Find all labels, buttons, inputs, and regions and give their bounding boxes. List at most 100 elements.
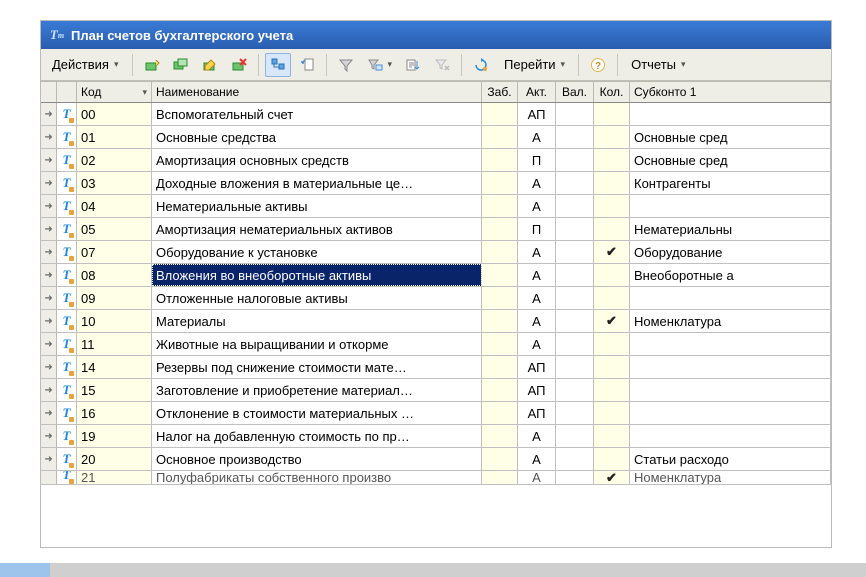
table-row[interactable]: ➜Т15Заготовление и приобретение материал… bbox=[41, 379, 831, 402]
col-val[interactable]: Вал. bbox=[556, 81, 594, 102]
separator bbox=[326, 54, 327, 76]
cell-sub bbox=[630, 333, 831, 355]
col-type[interactable] bbox=[57, 81, 77, 102]
table-row[interactable]: ➜Т16Отклонение в стоимости материальных … bbox=[41, 402, 831, 425]
table-row[interactable]: ➜Т02Амортизация основных средствПОсновны… bbox=[41, 149, 831, 172]
row-type-icon: Т bbox=[57, 218, 77, 240]
add-button[interactable] bbox=[139, 53, 165, 77]
cell-name: Налог на добавленную стоимость по пр… bbox=[152, 425, 482, 447]
row-type-icon: Т bbox=[57, 103, 77, 125]
cell-name: Животные на выращивании и откорме bbox=[152, 333, 482, 355]
cell-code: 01 bbox=[77, 126, 152, 148]
cell-name: Вспомогательный счет bbox=[152, 103, 482, 125]
cell-akt: А bbox=[518, 310, 556, 332]
cell-name: Вложения во внеоборотные активы bbox=[152, 264, 482, 286]
cell-zab bbox=[482, 195, 518, 217]
hierarchy-button[interactable] bbox=[265, 53, 291, 77]
cell-akt: А bbox=[518, 425, 556, 447]
window-title: План счетов бухгалтерского учета bbox=[71, 28, 293, 43]
filter-by-value-button[interactable]: ▾ bbox=[362, 53, 398, 77]
table-row[interactable]: ➜Т09Отложенные налоговые активыА bbox=[41, 287, 831, 310]
cell-kol bbox=[594, 333, 630, 355]
table-row[interactable]: ➜Т11Животные на выращивании и откормеА bbox=[41, 333, 831, 356]
cell-sub: Оборудование bbox=[630, 241, 831, 263]
edit-button[interactable] bbox=[197, 53, 223, 77]
go-menu[interactable]: Перейти ▾ bbox=[497, 53, 572, 77]
table-row[interactable]: Т21Полуфабрикаты собственного произвоА✔Н… bbox=[41, 471, 831, 485]
cell-code: 09 bbox=[77, 287, 152, 309]
table-row[interactable]: ➜Т10МатериалыА✔Номенклатура bbox=[41, 310, 831, 333]
cell-akt: А bbox=[518, 287, 556, 309]
cell-code: 16 bbox=[77, 402, 152, 424]
row-marker: ➜ bbox=[41, 356, 57, 378]
cell-code: 02 bbox=[77, 149, 152, 171]
cell-zab bbox=[482, 172, 518, 194]
table-row[interactable]: ➜Т05Амортизация нематериальных активовПН… bbox=[41, 218, 831, 241]
find-button[interactable] bbox=[294, 53, 320, 77]
cell-val bbox=[556, 172, 594, 194]
reports-menu[interactable]: Отчеты ▾ bbox=[624, 53, 692, 77]
col-marker[interactable] bbox=[41, 81, 57, 102]
col-akt[interactable]: Акт. bbox=[518, 81, 556, 102]
cell-sub bbox=[630, 379, 831, 401]
clear-filter-button[interactable] bbox=[429, 53, 455, 77]
cell-akt: А bbox=[518, 126, 556, 148]
col-kol[interactable]: Кол. bbox=[594, 81, 630, 102]
cell-sub bbox=[630, 402, 831, 424]
table-row[interactable]: ➜Т08Вложения во внеоборотные активыАВнео… bbox=[41, 264, 831, 287]
row-marker: ➜ bbox=[41, 172, 57, 194]
help-button[interactable]: ? bbox=[585, 53, 611, 77]
filter-button[interactable] bbox=[333, 53, 359, 77]
table-row[interactable]: ➜Т07Оборудование к установкеА✔Оборудован… bbox=[41, 241, 831, 264]
row-type-icon: Т bbox=[57, 241, 77, 263]
table-row[interactable]: ➜Т19Налог на добавленную стоимость по пр… bbox=[41, 425, 831, 448]
cell-zab bbox=[482, 379, 518, 401]
cell-zab bbox=[482, 287, 518, 309]
edit-icon bbox=[202, 57, 218, 73]
sort-button[interactable] bbox=[400, 53, 426, 77]
cell-name: Заготовление и приобретение материал… bbox=[152, 379, 482, 401]
row-marker: ➜ bbox=[41, 149, 57, 171]
cell-kol bbox=[594, 103, 630, 125]
cell-sub: Статьи расходо bbox=[630, 448, 831, 470]
separator bbox=[461, 54, 462, 76]
cell-akt: А bbox=[518, 448, 556, 470]
caret-down-icon: ▾ bbox=[388, 59, 393, 70]
cell-kol bbox=[594, 172, 630, 194]
refresh-icon bbox=[473, 57, 489, 73]
cell-name: Амортизация нематериальных активов bbox=[152, 218, 482, 240]
copy-button[interactable] bbox=[168, 53, 194, 77]
cell-akt: АП bbox=[518, 379, 556, 401]
table-row[interactable]: ➜Т00Вспомогательный счетАП bbox=[41, 103, 831, 126]
cell-kol bbox=[594, 287, 630, 309]
cell-zab bbox=[482, 103, 518, 125]
table-row[interactable]: ➜Т01Основные средстваАОсновные сред bbox=[41, 126, 831, 149]
cell-val bbox=[556, 103, 594, 125]
table-row[interactable]: ➜Т20Основное производствоАСтатьи расходо bbox=[41, 448, 831, 471]
actions-menu[interactable]: Действия ▾ bbox=[45, 53, 126, 77]
row-marker: ➜ bbox=[41, 264, 57, 286]
cell-code: 07 bbox=[77, 241, 152, 263]
col-name[interactable]: Наименование bbox=[152, 81, 482, 102]
separator bbox=[132, 54, 133, 76]
refresh-button[interactable] bbox=[468, 53, 494, 77]
cell-kol: ✔ bbox=[594, 310, 630, 332]
cell-sub: Нематериальны bbox=[630, 218, 831, 240]
table-row[interactable]: ➜Т03Доходные вложения в материальные це…… bbox=[41, 172, 831, 195]
table-row[interactable]: ➜Т14Резервы под снижение стоимости мате…… bbox=[41, 356, 831, 379]
table-row[interactable]: ➜Т04Нематериальные активыА bbox=[41, 195, 831, 218]
cell-sub: Контрагенты bbox=[630, 172, 831, 194]
cell-sub: Номенклатура bbox=[630, 310, 831, 332]
delete-button[interactable] bbox=[226, 53, 252, 77]
col-sub1[interactable]: Субконто 1 bbox=[630, 81, 831, 102]
col-code[interactable]: Код▾ bbox=[77, 81, 152, 102]
cell-akt: А bbox=[518, 172, 556, 194]
separator bbox=[617, 54, 618, 76]
row-type-icon: Т bbox=[57, 379, 77, 401]
cell-kol bbox=[594, 218, 630, 240]
cell-val bbox=[556, 264, 594, 286]
row-marker: ➜ bbox=[41, 126, 57, 148]
cell-sub bbox=[630, 103, 831, 125]
actions-label: Действия bbox=[52, 57, 109, 72]
col-zab[interactable]: Заб. bbox=[482, 81, 518, 102]
